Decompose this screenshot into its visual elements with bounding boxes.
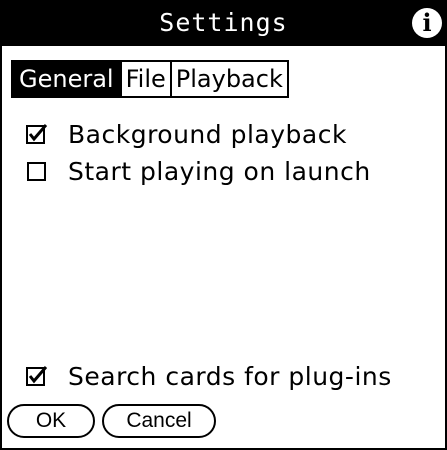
title-bar: Settings i bbox=[0, 0, 447, 46]
ok-button[interactable]: OK bbox=[7, 404, 95, 438]
tab-playback[interactable]: Playback bbox=[169, 62, 287, 96]
option-label: Background playback bbox=[68, 119, 347, 149]
cancel-button[interactable]: Cancel bbox=[102, 404, 216, 438]
tab-general[interactable]: General bbox=[13, 62, 122, 96]
tab-bar: General File Playback bbox=[11, 60, 289, 98]
option-label: Start playing on launch bbox=[68, 156, 371, 186]
option-search-cards-for-plug-ins[interactable]: Search cards for plug-ins bbox=[26, 358, 392, 394]
option-background-playback[interactable]: Background playback bbox=[26, 116, 347, 152]
checkbox-unchecked-icon[interactable] bbox=[26, 160, 48, 182]
tab-file[interactable]: File bbox=[122, 62, 170, 96]
option-start-playing-on-launch[interactable]: Start playing on launch bbox=[26, 153, 371, 189]
checkbox-checked-icon[interactable] bbox=[26, 365, 48, 387]
checkbox-checked-icon[interactable] bbox=[26, 123, 48, 145]
dialog-title: Settings bbox=[159, 8, 288, 37]
info-icon[interactable]: i bbox=[412, 8, 442, 38]
option-label: Search cards for plug-ins bbox=[68, 361, 392, 391]
